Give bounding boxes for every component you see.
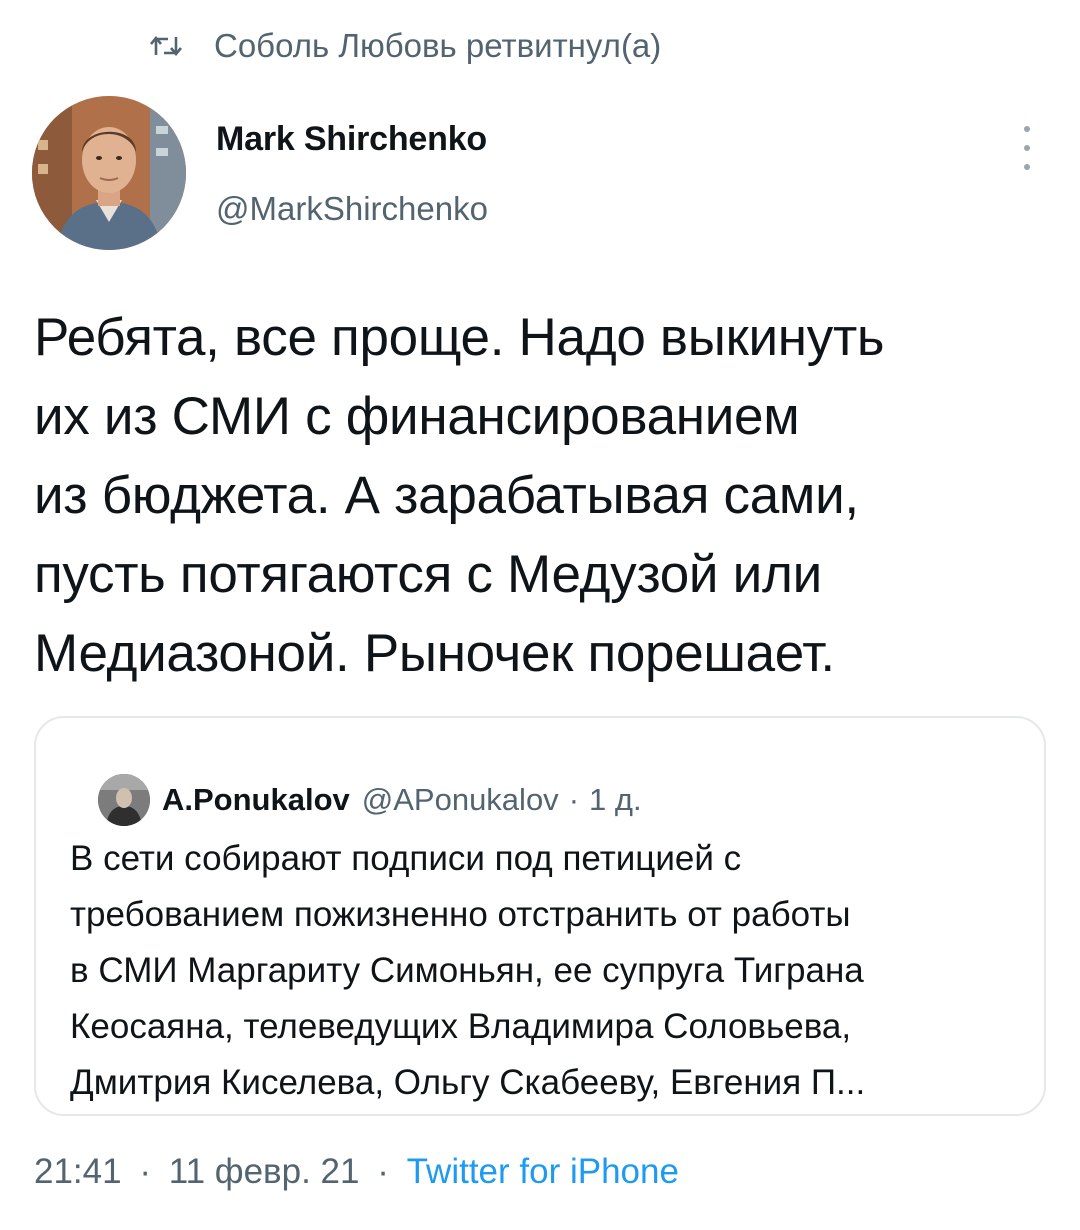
quote-line: требованием пожизненно отстранить от раб… (70, 895, 851, 934)
quote-line: В сети собирают подписи под петицией с (70, 839, 742, 878)
menu-dot (1024, 126, 1030, 132)
quote-line: в СМИ Маргариту Симоньян, ее супруга Тиг… (70, 951, 864, 990)
quote-line: Дмитрия Киселева, Ольгу Скабееву, Евгени… (70, 1063, 866, 1102)
quoted-author-handle: @APonukalov (361, 782, 559, 817)
meta-separator: · (377, 1152, 389, 1191)
tweet-line: Ребята, все проще. Надо выкинуть (34, 308, 885, 367)
quoted-tweet-age: 1 д. (589, 782, 642, 817)
retweet-context[interactable]: Соболь Любовь ретвитнул(а) (150, 24, 661, 68)
quoted-author-avatar (98, 774, 150, 826)
tweet-metadata: 21:41 · 11 февр. 21 · Twitter for iPhone (34, 1152, 679, 1192)
menu-dot (1024, 145, 1030, 151)
author-handle[interactable]: @MarkShirchenko (216, 190, 488, 228)
meta-separator: · (139, 1152, 151, 1191)
more-options-icon[interactable] (1012, 126, 1042, 170)
meta-separator: · (568, 782, 580, 817)
quote-line: Кеосаяна, телеведущих Владимира Соловьев… (70, 1007, 852, 1046)
retweet-label: Соболь Любовь ретвитнул(а) (214, 27, 662, 64)
tweet-text: Ребята, все проще. Надо выкинуть их из С… (34, 298, 1054, 693)
author-name[interactable]: Mark Shirchenko (216, 120, 487, 159)
tweet-date: 11 февр. 21 (168, 1152, 360, 1191)
tweet-line: Медиазоной. Рыночек порешает. (34, 624, 835, 683)
tweet-time: 21:41 (34, 1152, 122, 1191)
author-avatar[interactable] (32, 96, 186, 250)
quoted-tweet-header: A.Ponukalov @APonukalov · 1 д. (98, 774, 642, 826)
tweet-line: пусть потягаются с Медузой или (34, 545, 822, 604)
tweet-line: их из СМИ с финансированием (34, 387, 800, 446)
tweet-line: из бюджета. А зарабатывая сами, (34, 466, 859, 525)
menu-dot (1024, 164, 1030, 170)
quoted-author-name: A.Ponukalov (162, 782, 350, 817)
quoted-tweet-card[interactable]: A.Ponukalov @APonukalov · 1 д. В сети со… (34, 716, 1046, 1116)
quoted-tweet-text: В сети собирают подписи под петицией с т… (70, 831, 1030, 1111)
tweet-source-link[interactable]: Twitter for iPhone (407, 1152, 679, 1191)
retweet-icon (150, 33, 182, 59)
